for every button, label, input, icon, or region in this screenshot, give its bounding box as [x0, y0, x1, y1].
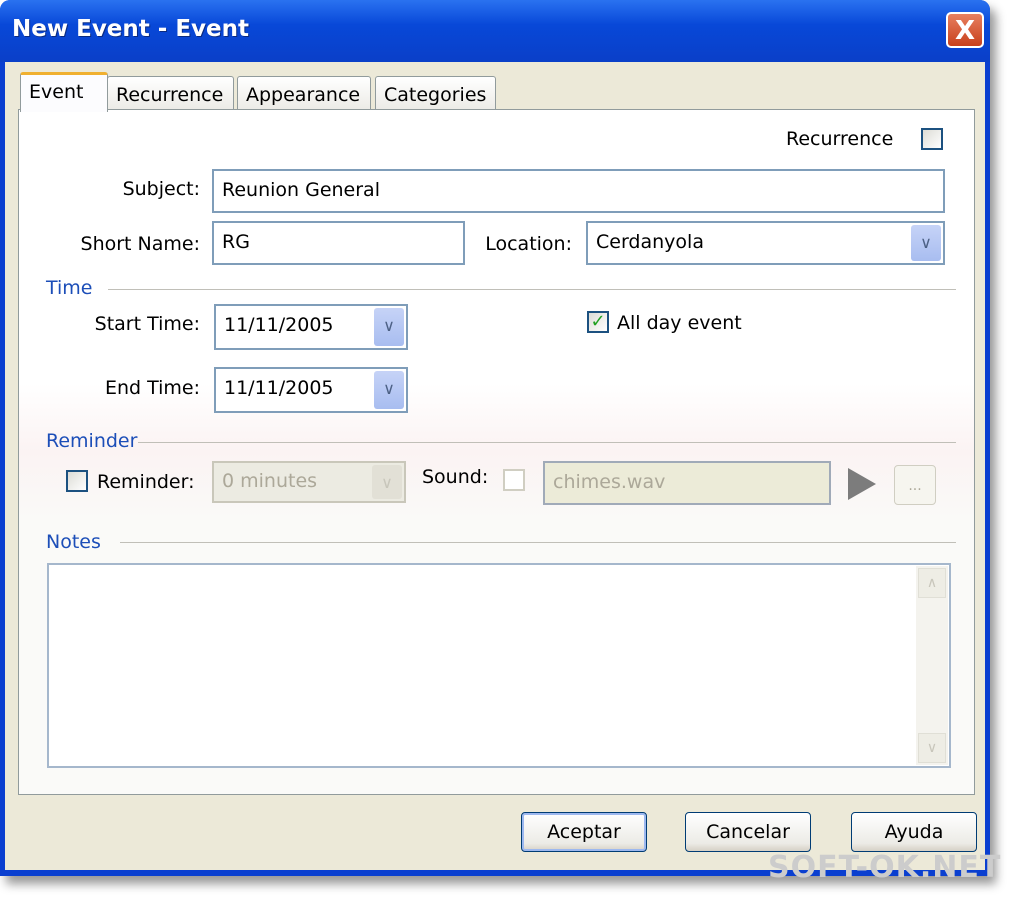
help-button[interactable]: Ayuda — [851, 812, 977, 852]
play-icon[interactable] — [848, 468, 876, 500]
short-name-input[interactable]: RG — [212, 221, 465, 265]
location-label: Location: — [485, 233, 572, 255]
chevron-down-icon[interactable]: ∨ — [372, 465, 402, 499]
sound-label: Sound: — [422, 466, 489, 488]
location-select[interactable]: Cerdanyola ∨ — [586, 221, 945, 265]
end-time-label: End Time: — [104, 377, 200, 399]
start-time-picker[interactable]: 11/11/2005 ∨ — [214, 304, 408, 350]
reminder-value: 0 minutes — [222, 470, 318, 492]
start-time-label: Start Time: — [94, 313, 200, 335]
window-title: New Event - Event — [12, 16, 250, 42]
title-bar: New Event - Event — [0, 0, 990, 62]
notes-section-title: Notes — [46, 531, 101, 553]
tab-recurrence[interactable]: Recurrence — [107, 76, 234, 110]
all-day-checkbox[interactable]: ✓ — [587, 311, 609, 333]
chevron-down-icon[interactable]: ∨ — [374, 308, 404, 346]
notes-textarea[interactable] — [47, 563, 951, 768]
short-name-label: Short Name: — [80, 233, 200, 255]
recurrence-label: Recurrence — [786, 128, 894, 150]
sound-checkbox[interactable] — [503, 469, 525, 491]
recurrence-checkbox[interactable] — [921, 128, 943, 150]
subject-label: Subject: — [122, 178, 200, 200]
tab-event[interactable]: Event — [20, 72, 108, 112]
ok-button[interactable]: Aceptar — [521, 812, 647, 852]
all-day-label: All day event — [617, 312, 742, 334]
chevron-down-icon[interactable]: ∨ — [911, 225, 941, 261]
sound-file-input[interactable]: chimes.wav — [543, 461, 831, 505]
close-button[interactable]: X — [946, 12, 984, 48]
subject-input[interactable]: Reunion General — [212, 169, 945, 213]
chevron-down-icon[interactable]: ∨ — [374, 371, 404, 409]
end-time-value: 11/11/2005 — [224, 377, 334, 399]
reminder-checkbox[interactable] — [66, 470, 88, 492]
divider — [120, 542, 956, 543]
reminder-select[interactable]: 0 minutes ∨ — [212, 461, 406, 503]
browse-button[interactable]: ... — [894, 465, 936, 505]
location-value: Cerdanyola — [596, 231, 704, 253]
reminder-label: Reminder: — [97, 471, 195, 493]
tab-categories[interactable]: Categories — [375, 76, 496, 110]
reminder-section-title: Reminder — [46, 430, 138, 452]
tab-appearance[interactable]: Appearance — [237, 76, 371, 110]
watermark: SOFT-OK.NET — [768, 850, 1002, 885]
cancel-button[interactable]: Cancelar — [685, 812, 811, 852]
time-section-title: Time — [46, 277, 93, 299]
start-time-value: 11/11/2005 — [224, 314, 334, 336]
scroll-down-icon[interactable]: ∨ — [918, 733, 946, 763]
divider — [138, 442, 956, 443]
divider — [108, 289, 956, 290]
notes-scrollbar[interactable]: ∧ ∨ — [916, 566, 948, 765]
scroll-up-icon[interactable]: ∧ — [918, 568, 946, 598]
end-time-picker[interactable]: 11/11/2005 ∨ — [214, 367, 408, 413]
